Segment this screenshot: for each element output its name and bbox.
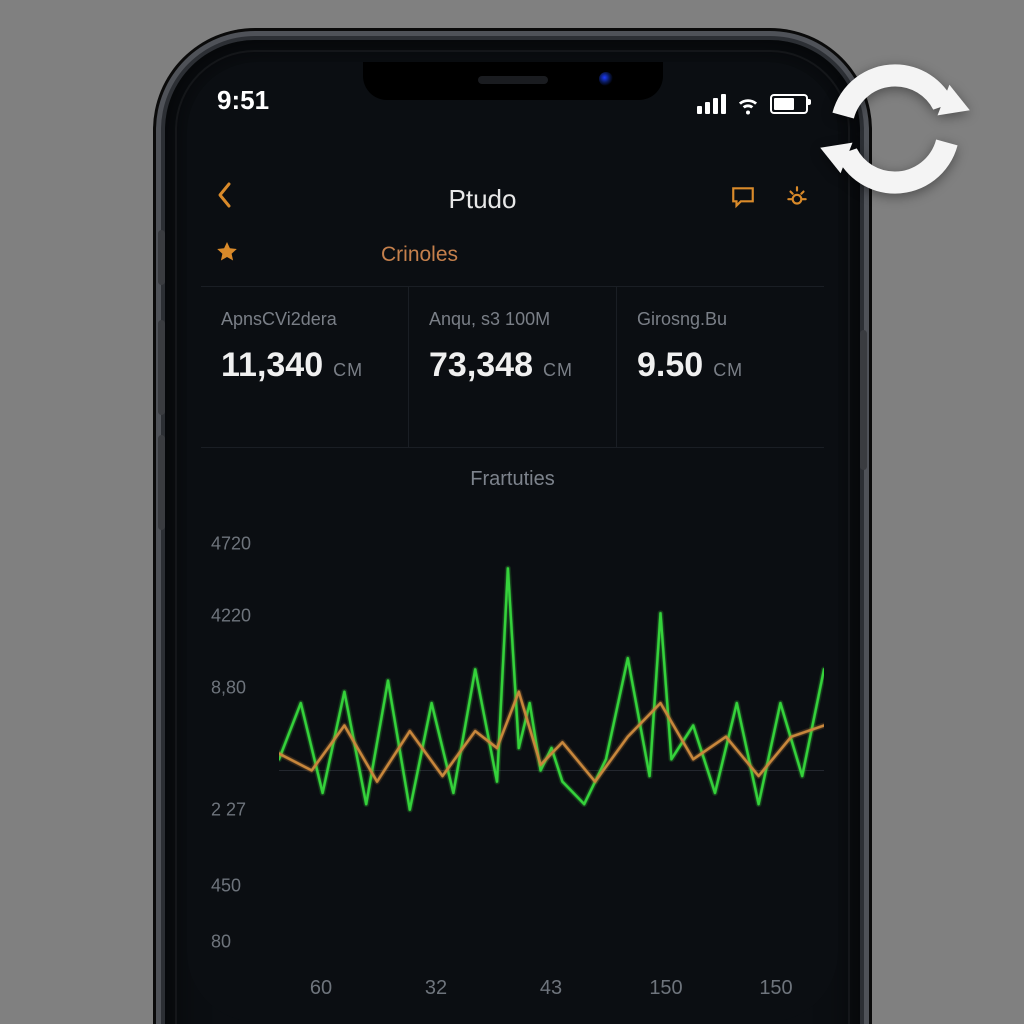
stat-label: Anqu, s3 100M xyxy=(429,309,596,330)
phone-side-button xyxy=(860,330,867,470)
stat-unit: CM xyxy=(333,360,363,381)
wifi-icon xyxy=(736,92,760,116)
y-tick: 4720 xyxy=(211,534,251,555)
phone-side-button xyxy=(158,320,165,415)
phone-side-button xyxy=(158,230,165,285)
stat-unit: CM xyxy=(543,360,573,381)
back-button[interactable] xyxy=(215,180,235,218)
light-icon[interactable] xyxy=(784,184,810,215)
stat-label: ApnsCVi2dera xyxy=(221,309,388,330)
favorite-star-icon[interactable] xyxy=(215,240,239,269)
tab-crinoles[interactable]: Crinoles xyxy=(381,243,458,267)
page-title: Ptudo xyxy=(449,184,517,215)
x-tick: 150 xyxy=(759,977,792,1000)
notch xyxy=(363,62,663,100)
stat-value: 9.50 xyxy=(637,346,703,385)
stat-cell[interactable]: Anqu, s3 100M 73,348 CM xyxy=(409,287,617,447)
x-tick: 43 xyxy=(540,977,562,1000)
chart-area[interactable]: 4720 4220 8,80 2 27 450 80 60 32 43 150 … xyxy=(201,510,824,1000)
stats-grid: ApnsCVi2dera 11,340 CM Anqu, s3 100M 73,3… xyxy=(201,286,824,448)
y-tick: 4220 xyxy=(211,606,251,627)
stat-unit: CM xyxy=(713,360,743,381)
cellular-signal-icon xyxy=(697,94,726,114)
stat-cell[interactable]: Girosng.Bu 9.50 CM xyxy=(617,287,824,447)
section-label: Frartuties xyxy=(187,468,838,491)
x-tick: 60 xyxy=(310,977,332,1000)
y-tick: 80 xyxy=(211,932,231,953)
phone-frame: 9:51 Ptudo xyxy=(165,40,860,1024)
status-time: 9:51 xyxy=(217,85,269,116)
x-tick: 150 xyxy=(649,977,682,1000)
chat-icon[interactable] xyxy=(730,184,756,215)
stat-label: Girosng.Bu xyxy=(637,309,804,330)
stat-cell[interactable]: ApnsCVi2dera 11,340 CM xyxy=(201,287,409,447)
phone-side-button xyxy=(158,435,165,530)
y-tick: 2 27 xyxy=(211,800,246,821)
y-tick: 450 xyxy=(211,876,241,897)
screen: 9:51 Ptudo xyxy=(187,62,838,1022)
stat-value: 73,348 xyxy=(429,346,533,385)
chart-plot xyxy=(279,510,824,950)
x-tick: 32 xyxy=(425,977,447,1000)
y-tick: 8,80 xyxy=(211,678,246,699)
stat-value: 11,340 xyxy=(221,346,323,385)
battery-icon xyxy=(770,94,808,114)
